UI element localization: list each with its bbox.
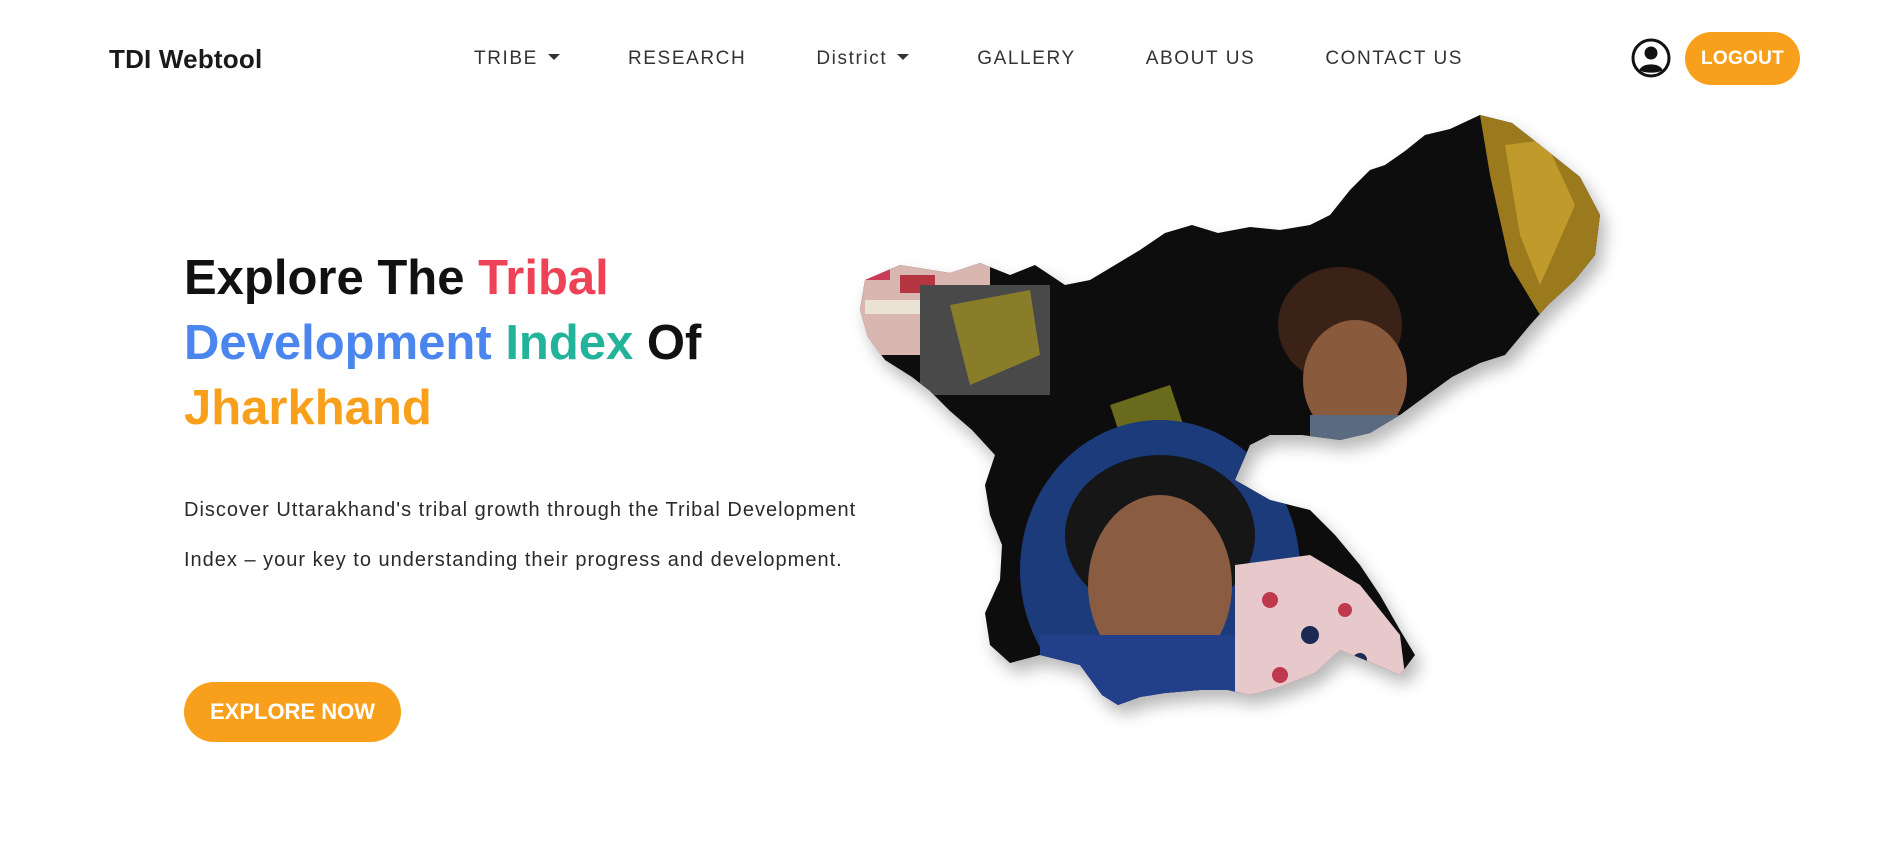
logout-button[interactable]: LOGOUT [1685,32,1800,85]
nav-item-label: GALLERY [977,48,1076,69]
brand-logo-text[interactable]: TDI Webtool [109,44,262,75]
nav-item-label: District [816,48,888,69]
title-part: Explore The [184,251,479,305]
caret-down-icon [897,54,910,60]
title-word-tribal: Tribal [478,251,609,305]
nav-item-about-us[interactable]: ABOUT US [1146,48,1256,70]
nav-item-contact-us[interactable]: CONTACT US [1325,48,1463,70]
nav-item-gallery[interactable]: GALLERY [977,48,1076,70]
title-word-development: Development [184,316,492,370]
nav-item-label: ABOUT US [1145,48,1256,69]
nav-item-tribe[interactable]: TRIBE [474,48,560,70]
caret-down-icon [547,54,560,60]
navbar: TDI Webtool TRIBE RESEARCH District GALL… [0,0,1894,120]
hero-title: Explore The Tribal Development Index Of … [184,246,701,441]
nav-links: TRIBE RESEARCH District GALLERY ABOUT US… [474,48,1463,70]
title-word-index: Index [505,316,634,370]
nav-item-research[interactable]: RESEARCH [628,48,746,70]
title-space [492,316,506,370]
jharkhand-map-image [860,115,1600,705]
nav-item-label: RESEARCH [627,48,747,69]
title-word-jharkhand: Jharkhand [184,381,432,435]
explore-now-button[interactable]: EXPLORE NOW [184,682,401,742]
title-word-of: Of [633,316,702,370]
nav-item-label: CONTACT US [1325,48,1464,69]
nav-item-label: TRIBE [474,48,538,69]
nav-item-district[interactable]: District [816,48,910,70]
hero-description: Discover Uttarakhand's tribal growth thr… [184,499,857,571]
user-circle-icon[interactable] [1631,38,1671,78]
